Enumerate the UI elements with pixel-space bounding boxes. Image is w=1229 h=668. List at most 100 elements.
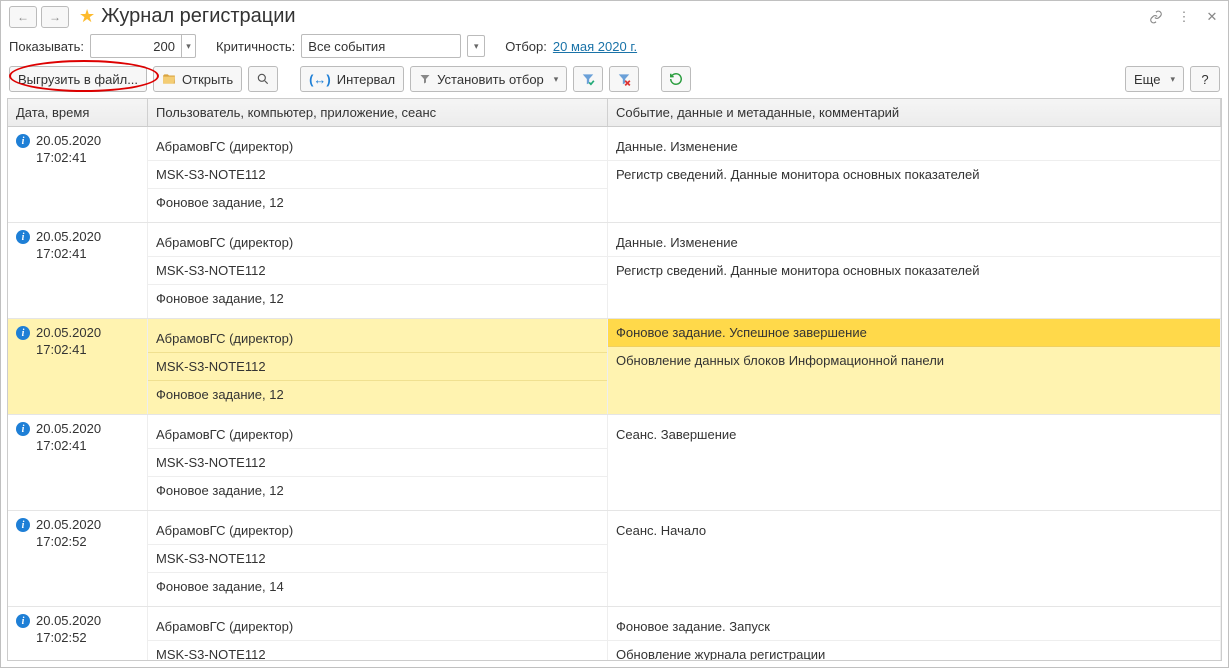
help-button[interactable]: ? [1190,66,1220,92]
event-line: Обновление данных блоков Информационной … [608,347,1220,374]
cell-datetime: i20.05.202017:02:41 [8,415,148,510]
user-line: АбрамовГС (директор) [148,517,607,545]
user-line: MSK-S3-NOTE112 [148,161,607,189]
info-icon: i [16,134,30,148]
table-row[interactable]: i20.05.202017:02:52АбрамовГС (директор)M… [8,607,1221,660]
event-line: Сеанс. Начало [608,517,1220,544]
info-icon: i [16,614,30,628]
selection-date-link[interactable]: 20 мая 2020 г. [553,39,637,54]
date-text: 20.05.2020 [36,229,101,246]
severity-value: Все события [308,39,385,54]
info-icon: i [16,326,30,340]
funnel-clear-icon [617,72,631,86]
user-line: MSK-S3-NOTE112 [148,641,607,660]
time-text: 17:02:41 [36,342,101,359]
user-line: АбрамовГС (директор) [148,613,607,641]
date-text: 20.05.2020 [36,421,101,438]
magnifier-icon [256,72,270,86]
event-line: Фоновое задание. Успешное завершение [608,319,1220,347]
severity-select[interactable]: Все события [301,34,461,58]
clear-filter-button[interactable] [609,66,639,92]
info-icon: i [16,518,30,532]
more-button[interactable]: Еще ▾ [1125,66,1184,92]
open-button[interactable]: Открыть [153,66,242,92]
table-row[interactable]: i 20.05.202017:02:41 АбрамовГС (директор)M… [8,223,1221,319]
spinner-icon[interactable]: ▾ [181,35,195,57]
funnel-check-icon [581,72,595,86]
refresh-button[interactable] [661,66,691,92]
header-datetime[interactable]: Дата, время [8,99,148,126]
event-line: Обновление журнала регистрации [608,641,1220,660]
user-line: АбрамовГС (директор) [148,229,607,257]
cell-user: АбрамовГС (директор)MSK-S3-NOTE112Фоново… [148,511,608,606]
cell-user: АбрамовГС (директор)MSK-S3-NOTE112Фоново… [148,319,608,414]
table-body[interactable]: i20.05.202017:02:41АбрамовГС (директор)M… [8,127,1221,660]
user-line: MSK-S3-NOTE112 [148,353,607,381]
header-event[interactable]: Событие, данные и метаданные, комментари… [608,99,1221,126]
event-line: Регистр сведений. Данные монитора основн… [608,161,1220,188]
event-line: Данные. Изменение [608,229,1220,257]
cell-user: АбрамовГС (директор)MSK-S3-NOTE112Фоново… [148,607,608,660]
time-text: 17:02:41 [36,246,101,263]
chevron-down-icon[interactable]: ▾ [467,35,485,57]
event-line: Данные. Изменение [608,133,1220,161]
user-line: MSK-S3-NOTE112 [148,257,607,285]
user-line: АбрамовГС (директор) [148,421,607,449]
interval-button[interactable]: (↔) Интервал [300,66,404,92]
search-button[interactable] [248,66,278,92]
table-row[interactable]: i20.05.202017:02:41АбрамовГС (директор)M… [8,415,1221,511]
kebab-icon[interactable]: ⋮ [1176,9,1192,25]
user-line: Фоновое задание, 14 [148,573,607,600]
cell-datetime: i 20.05.202017:02:41 [8,319,148,414]
table-row[interactable]: i20.05.202017:02:41АбрамовГС (директор)M… [8,127,1221,223]
folder-icon [162,72,176,86]
date-text: 20.05.2020 [36,517,101,534]
table-row[interactable]: i 20.05.202017:02:41 АбрамовГС (директор)M… [8,319,1221,415]
export-button[interactable]: Выгрузить в файл... [9,66,147,92]
cell-event: Сеанс. Начало [608,511,1221,606]
cell-datetime: i20.05.202017:02:52 [8,607,148,660]
user-line: Фоновое задание, 12 [148,189,607,216]
nav-forward-button[interactable]: → [41,6,69,28]
user-line: MSK-S3-NOTE112 [148,449,607,477]
star-icon[interactable]: ★ [79,6,95,27]
cell-user: АбрамовГС (директор)MSK-S3-NOTE112Фоново… [148,415,608,510]
set-filter-button[interactable]: Установить отбор ▾ [410,66,567,92]
cell-event: Данные. ИзменениеРегистр сведений. Данны… [608,223,1221,318]
cell-datetime: i 20.05.202017:02:41 [8,223,148,318]
show-label: Показывать: [9,39,84,54]
user-line: MSK-S3-NOTE112 [148,545,607,573]
chevron-down-icon: ▾ [1170,74,1175,85]
cell-event: Фоновое задание. Успешное завершениеОбно… [608,319,1221,414]
nav-back-button[interactable]: ← [9,6,37,28]
event-line: Сеанс. Завершение [608,421,1220,448]
event-line: Фоновое задание. Запуск [608,613,1220,641]
arrow-left-icon: ← [17,10,29,24]
close-icon[interactable]: ✕ [1204,9,1220,25]
user-line: АбрамовГС (директор) [148,325,607,353]
table-row[interactable]: i 20.05.202017:02:52 АбрамовГС (директор)M… [8,511,1221,607]
show-count-input[interactable]: 200 ▾ [90,34,196,58]
header-user[interactable]: Пользователь, компьютер, приложение, сеа… [148,99,608,126]
cell-event: Данные. ИзменениеРегистр сведений. Данны… [608,127,1221,222]
cell-user: АбрамовГС (директор)MSK-S3-NOTE112Фоново… [148,223,608,318]
selection-label: Отбор: [505,39,547,54]
date-text: 20.05.2020 [36,325,101,342]
time-text: 17:02:52 [36,534,101,551]
cell-event: Фоновое задание. ЗапускОбновление журнал… [608,607,1221,660]
cell-datetime: i20.05.202017:02:41 [8,127,148,222]
arrow-right-icon: → [49,10,61,24]
link-icon[interactable] [1148,9,1164,25]
page-title: Журнал регистрации [101,5,295,28]
refresh-icon [669,72,683,86]
cell-user: АбрамовГС (директор)MSK-S3-NOTE112Фоново… [148,127,608,222]
time-text: 17:02:41 [36,150,101,167]
user-line: Фоновое задание, 12 [148,381,607,408]
user-line: Фоновое задание, 12 [148,477,607,504]
info-icon: i [16,230,30,244]
chevron-down-icon: ▾ [554,74,559,85]
selection-filter-button[interactable] [573,66,603,92]
filter-icon [419,73,431,85]
severity-label: Критичность: [216,39,295,54]
time-text: 17:02:52 [36,630,101,647]
